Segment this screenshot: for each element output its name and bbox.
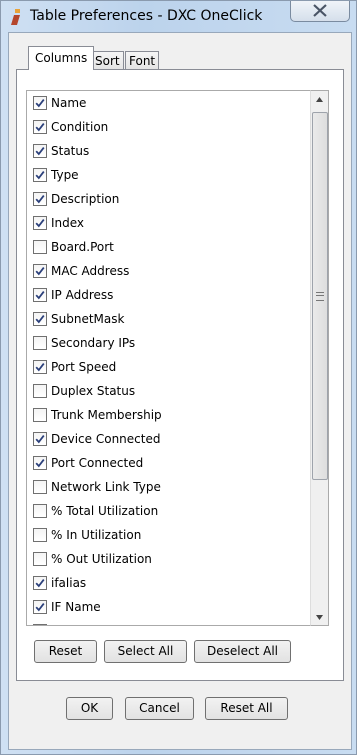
checkmark-icon: [35, 603, 45, 612]
ok-button-label: OK: [80, 701, 99, 715]
column-option-label: IF Name: [51, 600, 101, 614]
column-option-label: Port Speed: [51, 360, 117, 374]
deselect-all-button-label: Deselect All: [207, 644, 278, 658]
checkmark-icon: [35, 171, 45, 180]
vertical-scrollbar[interactable]: [310, 90, 329, 626]
tab-columns-label: Columns: [35, 51, 88, 65]
column-option-label: Description: [51, 192, 120, 206]
checkbox-unchecked[interactable]: [33, 552, 47, 566]
checkbox-checked[interactable]: [33, 600, 47, 614]
checkbox-checked[interactable]: [33, 216, 47, 230]
column-option-label: % Total Utilization: [51, 504, 159, 518]
checkbox-unchecked[interactable]: [33, 504, 47, 518]
checkmark-icon: [35, 99, 45, 108]
checkbox-checked[interactable]: [33, 120, 47, 134]
checkmark-icon: [35, 267, 45, 276]
checkmark-icon: [35, 291, 45, 300]
checkmark-icon: [35, 195, 45, 204]
tab-sort-label: Sort: [95, 54, 120, 68]
reset-all-button[interactable]: Reset All: [205, 697, 288, 720]
scrollbar-thumb[interactable]: [312, 112, 328, 480]
column-option-label: Port Connected: [51, 456, 144, 470]
checkbox-checked[interactable]: [33, 312, 47, 326]
checkmark-icon: [35, 315, 45, 324]
column-option-label: Condition: [51, 120, 109, 134]
deselect-all-button[interactable]: Deselect All: [194, 640, 291, 663]
checkmark-icon: [35, 219, 45, 228]
reset-all-button-label: Reset All: [220, 701, 273, 715]
checkbox-unchecked[interactable]: [33, 240, 47, 254]
tab-font[interactable]: Font: [125, 51, 160, 70]
tab-sort[interactable]: Sort: [91, 51, 124, 70]
cancel-button-label: Cancel: [139, 701, 180, 715]
checkbox-checked[interactable]: [33, 144, 47, 158]
scroll-down-icon[interactable]: [315, 613, 324, 621]
column-option-label: Name: [51, 96, 87, 110]
column-option-label: Trunk Membership: [51, 408, 162, 422]
checkbox-checked[interactable]: [33, 624, 47, 626]
checkmark-icon: [35, 459, 45, 468]
ok-button[interactable]: OK: [66, 697, 113, 720]
column-option-label: Status: [51, 144, 90, 158]
checkbox-checked[interactable]: [33, 432, 47, 446]
column-option-label: IP Address: [51, 288, 114, 302]
checkmark-icon: [35, 123, 45, 132]
checkbox-checked[interactable]: [33, 576, 47, 590]
title-bar[interactable]: Table Preferences - DXC OneClick: [1, 1, 356, 33]
checkmark-icon: [34, 625, 46, 626]
column-option-label: Board.Port: [51, 240, 114, 254]
column-option-label: MAC Address: [51, 264, 130, 278]
dialog-body: Columns Sort Font Name Condition Status Typ…: [8, 32, 352, 750]
column-option-label: Serial Number: [51, 619, 137, 625]
checkbox-unchecked[interactable]: [33, 408, 47, 422]
table-preferences-window: Table Preferences - DXC OneClick Columns…: [0, 0, 357, 755]
tab-columns[interactable]: Columns: [28, 46, 95, 70]
checkmark-icon: [35, 579, 45, 588]
column-option-label: Type: [51, 168, 79, 182]
column-option-label: % In Utilization: [51, 528, 142, 542]
tab-font-label: Font: [129, 54, 156, 68]
checkbox-checked[interactable]: [33, 192, 47, 206]
column-option-label: Secondary IPs: [51, 336, 136, 350]
checkbox-checked[interactable]: [33, 456, 47, 470]
checkbox-checked[interactable]: [33, 168, 47, 182]
checkbox-unchecked[interactable]: [33, 336, 47, 350]
checkbox-unchecked[interactable]: [33, 384, 47, 398]
checkbox-checked[interactable]: [33, 96, 47, 110]
column-option-label: SubnetMask: [51, 312, 125, 326]
column-option-label: Device Connected: [51, 432, 161, 446]
select-all-button-label: Select All: [117, 644, 174, 658]
select-all-button[interactable]: Select All: [104, 640, 187, 663]
grip-icon: [316, 292, 324, 301]
cancel-button[interactable]: Cancel: [125, 697, 194, 720]
column-option-label: Index: [51, 216, 85, 230]
column-option-label: ifalias: [51, 576, 87, 590]
scroll-up-icon[interactable]: [315, 96, 324, 104]
close-button[interactable]: [290, 1, 350, 22]
checkbox-checked[interactable]: [33, 264, 47, 278]
checkmark-icon: [35, 147, 45, 156]
checkmark-icon: [35, 363, 45, 372]
checkbox-checked[interactable]: [33, 288, 47, 302]
checkbox-unchecked[interactable]: [33, 528, 47, 542]
app-icon: [11, 9, 20, 25]
close-icon: [313, 4, 327, 17]
checkbox-checked[interactable]: [33, 360, 47, 374]
column-option-label: % Out Utilization: [51, 552, 152, 566]
column-checkbox-list[interactable]: Name Condition Status Type Description Index B…: [26, 90, 311, 626]
reset-button[interactable]: Reset: [34, 640, 97, 663]
reset-button-label: Reset: [48, 644, 83, 658]
checkbox-unchecked[interactable]: [33, 480, 47, 494]
checkmark-icon: [35, 435, 45, 444]
column-option-label: Network Link Type: [51, 480, 161, 494]
columns-tab-panel: Name Condition Status Type Description Index B…: [16, 69, 344, 681]
column-option-label: Duplex Status: [51, 384, 136, 398]
window-title: Table Preferences - DXC OneClick: [30, 8, 263, 24]
